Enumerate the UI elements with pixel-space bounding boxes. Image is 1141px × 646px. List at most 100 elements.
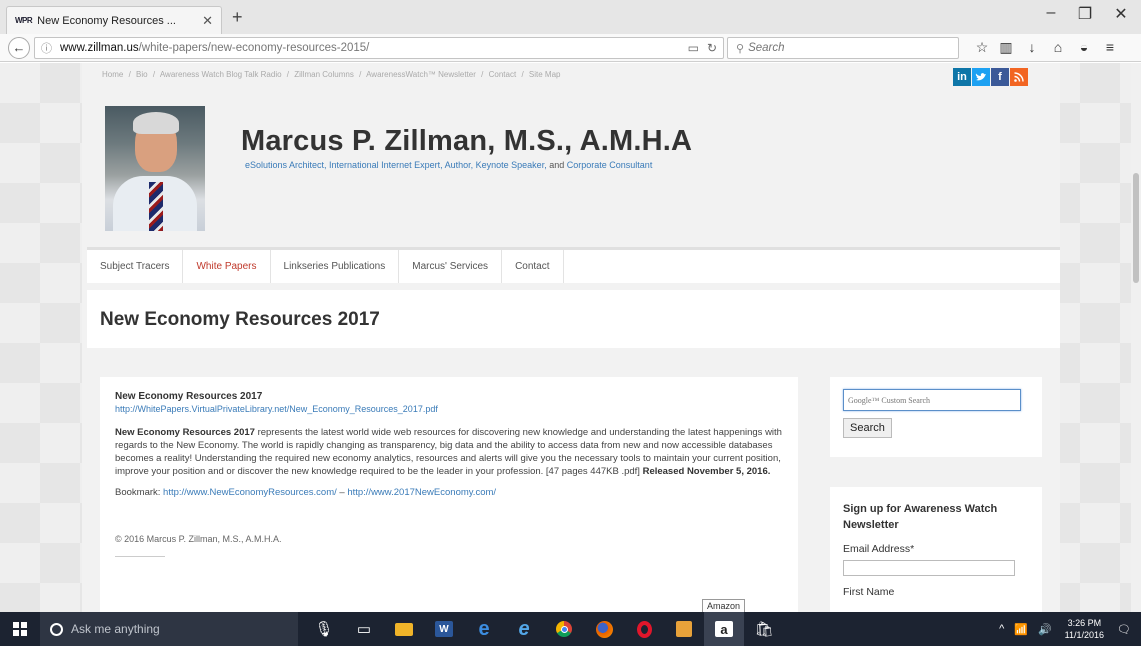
app-icon[interactable] [664, 612, 704, 646]
cortana-icon [50, 622, 63, 636]
top-nav-newsletter[interactable]: AwarenessWatch™ Newsletter [366, 70, 476, 79]
url-path: /white-papers/new-economy-resources-2015… [138, 42, 370, 54]
bookmark-line: Bookmark: http://www.NewEconomyResources… [115, 487, 497, 498]
menu-marcus-services[interactable]: Marcus' Services [399, 250, 503, 283]
start-button[interactable] [0, 612, 40, 646]
menu-contact[interactable]: Contact [502, 250, 564, 283]
article-heading: New Economy Resources 2017 [115, 391, 263, 402]
internet-explorer-icon[interactable]: e [504, 612, 544, 646]
top-nav-contact[interactable]: Contact [489, 70, 517, 79]
cortana-search-text: Ask me anything [71, 622, 160, 636]
system-tray: ^ 📶 🔊 3:26 PM 11/1/2016 🗨 [994, 612, 1141, 646]
url-bar[interactable]: ⓘ www.zillman.us /white-papers/new-econo… [34, 37, 724, 59]
windows-logo-icon [13, 622, 27, 636]
twitter-icon[interactable] [972, 68, 990, 86]
clock-time: 3:26 PM [1067, 618, 1102, 628]
new-tab-icon[interactable]: + [232, 7, 243, 27]
store-icon[interactable]: 🛍 [744, 612, 784, 646]
url-domain: www.zillman.us [60, 42, 139, 54]
article-content: New Economy Resources 2017 http://WhiteP… [100, 377, 798, 612]
custom-search-widget: Search [830, 377, 1042, 457]
menu-white-papers[interactable]: White Papers [183, 250, 271, 283]
top-nav-zillman-columns[interactable]: Zillman Columns [294, 70, 354, 79]
site-name[interactable]: Marcus P. Zillman, M.S., A.M.H.A [241, 125, 692, 158]
linkedin-icon[interactable]: in [953, 68, 971, 86]
search-icon: ⚲ [736, 42, 745, 55]
newsletter-widget: Sign up for Awareness Watch Newsletter E… [830, 487, 1042, 612]
scrollbar-thumb[interactable] [1133, 173, 1139, 283]
page-title-box: New Economy Resources 2017 [87, 290, 1060, 348]
menu-linkseries-publications[interactable]: Linkseries Publications [271, 250, 400, 283]
top-nav-site-map[interactable]: Site Map [529, 70, 561, 79]
newsletter-title: Sign up for Awareness Watch Newsletter [843, 503, 998, 531]
maximize-icon[interactable]: ❐ [1070, 4, 1100, 24]
info-icon[interactable]: ⓘ [41, 40, 52, 56]
browser-tab-bar: WPR New Economy Resources ... ✕ + – ❐ ✕ [0, 0, 1141, 34]
word-icon[interactable]: W [424, 612, 464, 646]
clock[interactable]: 3:26 PM 11/1/2016 [1065, 617, 1104, 641]
download-icon[interactable]: ↓ [1022, 39, 1042, 55]
page-wrapper: Home / Bio / Awareness Watch Blog Talk R… [82, 63, 1060, 612]
article-body: New Economy Resources 2017 represents th… [115, 427, 782, 477]
bookmark-link-2[interactable]: http://www.2017NewEconomy.com/ [347, 487, 496, 498]
email-label: Email Address* [843, 543, 915, 555]
tab-title: New Economy Resources ... [37, 14, 176, 27]
task-view-icon[interactable]: ▭ [344, 612, 384, 646]
pocket-icon[interactable]: ◒ [1074, 39, 1094, 55]
clock-date: 11/1/2016 [1064, 630, 1105, 640]
top-nav-blog-talk-radio[interactable]: Awareness Watch Blog Talk Radio [160, 70, 282, 79]
close-tab-icon[interactable]: ✕ [202, 13, 213, 29]
volume-icon[interactable]: 🔊 [1038, 623, 1052, 636]
reader-view-icon[interactable]: ▭ [688, 41, 699, 55]
chrome-icon[interactable] [544, 612, 584, 646]
home-icon[interactable]: ⌂ [1048, 39, 1068, 55]
tagline-link-consultant[interactable]: Corporate Consultant [567, 160, 653, 170]
bookmark-star-icon[interactable]: ☆ [972, 39, 992, 56]
rss-icon[interactable] [1010, 68, 1028, 86]
back-arrow-icon[interactable]: ← [8, 37, 30, 59]
author-photo [105, 106, 205, 231]
firefox-icon[interactable] [584, 612, 624, 646]
first-name-label: First Name [843, 586, 895, 598]
web-page: Home / Bio / Awareness Watch Blog Talk R… [0, 63, 1141, 612]
main-menu: Subject Tracers White Papers Linkseries … [87, 247, 1060, 283]
divider [115, 556, 165, 557]
bookmarks-library-icon[interactable]: ▥ [996, 39, 1016, 56]
copyright: © 2016 Marcus P. Zillman, M.S., A.M.H.A. [115, 534, 282, 544]
action-center-icon[interactable]: 🗨 [1117, 623, 1131, 636]
browser-tab[interactable]: WPR New Economy Resources ... ✕ [6, 6, 222, 34]
tab-favicon-icon: WPR [15, 16, 33, 25]
pdf-link[interactable]: http://WhitePapers.VirtualPrivateLibrary… [115, 404, 783, 414]
browser-search-box[interactable]: ⚲ [727, 37, 959, 59]
edge-icon[interactable]: e [464, 612, 504, 646]
cortana-search-box[interactable]: Ask me anything [40, 612, 298, 646]
bookmark-link-1[interactable]: http://www.NewEconomyResources.com/ [163, 487, 337, 498]
show-hidden-icons-icon[interactable]: ^ [999, 623, 1004, 635]
page-scrollbar[interactable] [1131, 63, 1141, 612]
top-navigation: Home / Bio / Awareness Watch Blog Talk R… [102, 70, 561, 79]
network-icon[interactable]: 📶 [1014, 623, 1028, 636]
amazon-icon[interactable]: a [704, 612, 744, 646]
browser-search-input[interactable] [748, 42, 939, 54]
tagline-link[interactable]: eSolutions Architect, International Inte… [245, 160, 547, 170]
custom-search-input[interactable] [843, 389, 1021, 411]
custom-search-button[interactable]: Search [843, 418, 892, 438]
facebook-icon[interactable]: f [991, 68, 1009, 86]
amazon-tooltip: Amazon [702, 599, 746, 612]
windows-taskbar: Ask me anything 🎙 ▭ W e e a 🛍 ^ 📶 🔊 3:26… [0, 612, 1141, 646]
email-field[interactable] [843, 560, 1015, 576]
page-title: New Economy Resources 2017 [100, 309, 380, 330]
navigation-bar: ← ⓘ www.zillman.us /white-papers/new-eco… [0, 34, 1141, 62]
social-links: in f [952, 68, 1028, 86]
menu-hamburger-icon[interactable]: ≡ [1100, 39, 1120, 55]
file-explorer-icon[interactable] [384, 612, 424, 646]
site-tagline: eSolutions Architect, International Inte… [245, 160, 653, 170]
top-nav-bio[interactable]: Bio [136, 70, 148, 79]
close-window-icon[interactable]: ✕ [1106, 4, 1136, 24]
top-nav-home[interactable]: Home [102, 70, 123, 79]
microphone-icon[interactable]: 🎙 [304, 612, 344, 646]
minimize-icon[interactable]: – [1036, 4, 1066, 22]
reload-icon[interactable]: ↻ [707, 41, 717, 55]
menu-subject-tracers[interactable]: Subject Tracers [87, 250, 184, 283]
opera-icon[interactable] [624, 612, 664, 646]
